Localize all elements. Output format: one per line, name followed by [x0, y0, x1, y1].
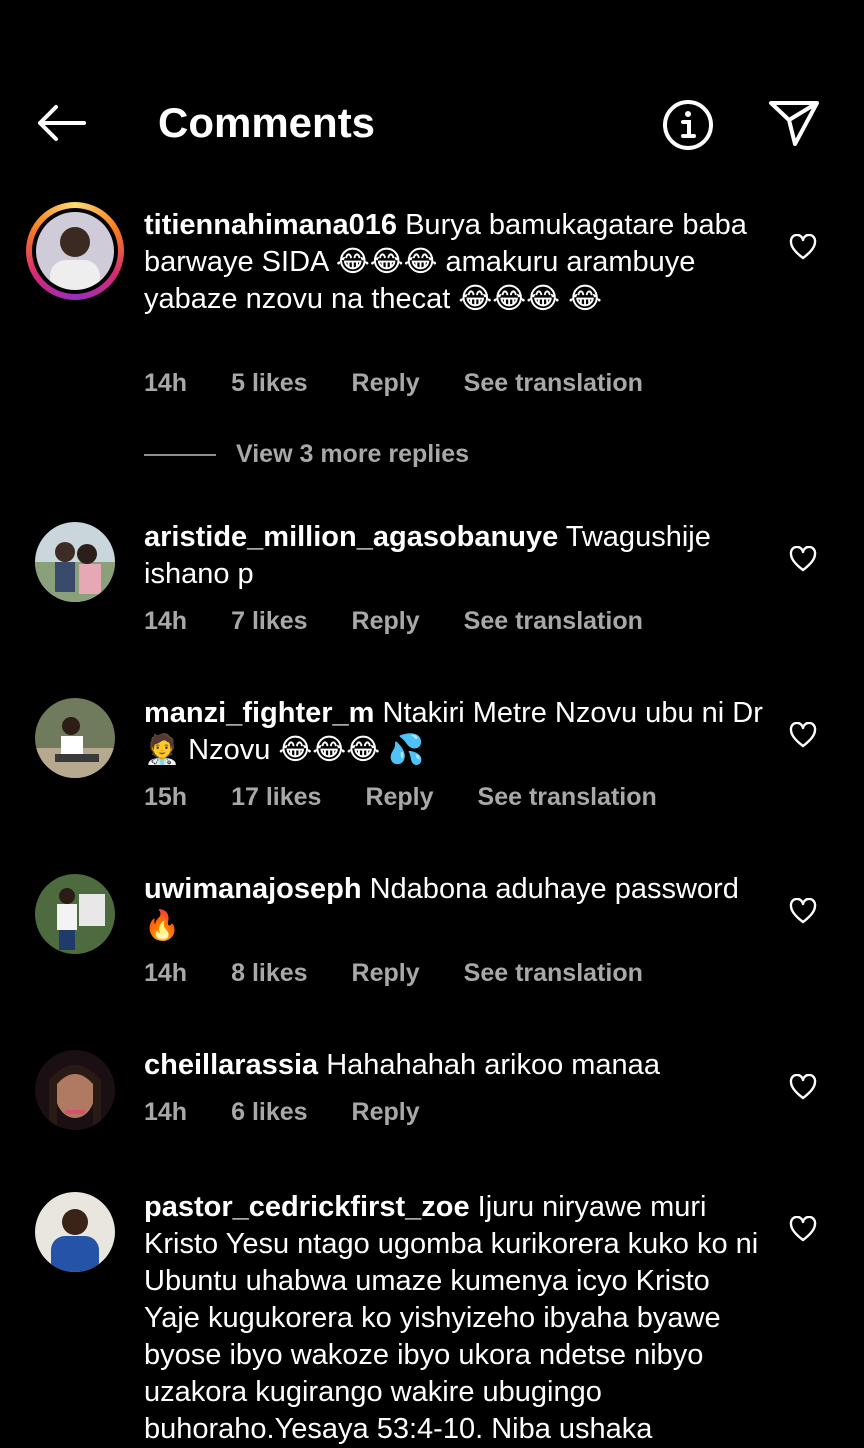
heart-icon	[789, 898, 817, 924]
replies-divider	[144, 453, 216, 456]
comment-text: Hahahahah arikoo manaa	[326, 1049, 660, 1081]
comment-username[interactable]: uwimanajoseph	[144, 873, 362, 905]
view-replies-label: View 3 more replies	[236, 440, 469, 468]
info-icon	[663, 100, 713, 150]
comment-meta: 15h 17 likes Reply See translation	[144, 781, 701, 813]
comment-username[interactable]: titiennahimana016	[144, 209, 397, 241]
comment-body: cheillarassia Hahahahah arikoo manaa	[144, 1047, 764, 1084]
avatar-image	[36, 212, 114, 290]
comment-time: 15h	[144, 783, 188, 811]
reply-button[interactable]: Reply	[352, 367, 420, 399]
comment-body: titiennahimana016 Burya bamukagatare bab…	[144, 207, 764, 318]
page-title: Comments	[158, 99, 376, 146]
reply-button[interactable]: Reply	[352, 1096, 420, 1128]
share-button[interactable]	[764, 95, 824, 151]
see-translation-button[interactable]: See translation	[464, 605, 643, 637]
likes-count[interactable]: 7 likes	[231, 605, 307, 637]
back-button[interactable]	[30, 98, 90, 148]
comment-body: manzi_fighter_m Ntakiri Metre Nzovu ubu …	[144, 695, 764, 769]
see-translation-button[interactable]: See translation	[464, 367, 643, 399]
heart-icon	[789, 722, 817, 748]
like-button[interactable]	[786, 718, 820, 752]
comment-meta: 14h 7 likes Reply See translation	[144, 605, 687, 637]
comment-meta: 14h 6 likes Reply	[144, 1096, 464, 1128]
comment-meta: 14h 8 likes Reply See translation	[144, 957, 687, 989]
heart-icon	[789, 546, 817, 572]
arrow-left-icon	[38, 105, 86, 141]
comment-time: 14h	[144, 959, 188, 987]
comment-username[interactable]: manzi_fighter_m	[144, 697, 374, 729]
comment-body: uwimanajoseph Ndabona aduhaye password 🔥	[144, 871, 764, 945]
like-button[interactable]	[786, 1070, 820, 1104]
avatar[interactable]	[35, 698, 115, 778]
view-replies-button[interactable]: View 3 more replies	[144, 440, 469, 469]
reply-button[interactable]: Reply	[352, 957, 420, 989]
like-button[interactable]	[786, 894, 820, 928]
see-translation-button[interactable]: See translation	[464, 957, 643, 989]
comment-body: pastor_cedrickfirst_zoe Ijuru niryawe mu…	[144, 1189, 764, 1448]
comment-body: aristide_million_agasobanuye Twagushije …	[144, 519, 764, 593]
reply-button[interactable]: Reply	[352, 605, 420, 637]
like-button[interactable]	[786, 230, 820, 264]
likes-count[interactable]: 5 likes	[231, 367, 307, 399]
like-button[interactable]	[786, 1212, 820, 1246]
comment-time: 14h	[144, 607, 188, 635]
heart-icon	[789, 1216, 817, 1242]
top-bar: Comments	[0, 80, 864, 170]
info-button[interactable]	[660, 97, 716, 153]
like-button[interactable]	[786, 542, 820, 576]
likes-count[interactable]: 17 likes	[231, 781, 321, 813]
heart-icon	[789, 234, 817, 260]
see-translation-button[interactable]: See translation	[478, 781, 657, 813]
avatar[interactable]	[35, 1050, 115, 1130]
comment-time: 14h	[144, 369, 188, 397]
comment-text: Ijuru niryawe muri Kristo Yesu ntago ugo…	[144, 1191, 759, 1445]
likes-count[interactable]: 8 likes	[231, 957, 307, 989]
comment-meta: 14h 5 likes Reply See translation	[144, 367, 687, 399]
avatar[interactable]	[26, 202, 124, 300]
comment-username[interactable]: cheillarassia	[144, 1049, 318, 1081]
comment-username[interactable]: pastor_cedrickfirst_zoe	[144, 1191, 470, 1223]
likes-count[interactable]: 6 likes	[231, 1096, 307, 1128]
comment-time: 14h	[144, 1098, 188, 1126]
avatar[interactable]	[35, 1192, 115, 1272]
comment-username[interactable]: aristide_million_agasobanuye	[144, 521, 558, 553]
avatar[interactable]	[35, 522, 115, 602]
reply-button[interactable]: Reply	[365, 781, 433, 813]
avatar[interactable]	[35, 874, 115, 954]
heart-icon	[789, 1074, 817, 1100]
paper-plane-icon	[769, 101, 819, 146]
